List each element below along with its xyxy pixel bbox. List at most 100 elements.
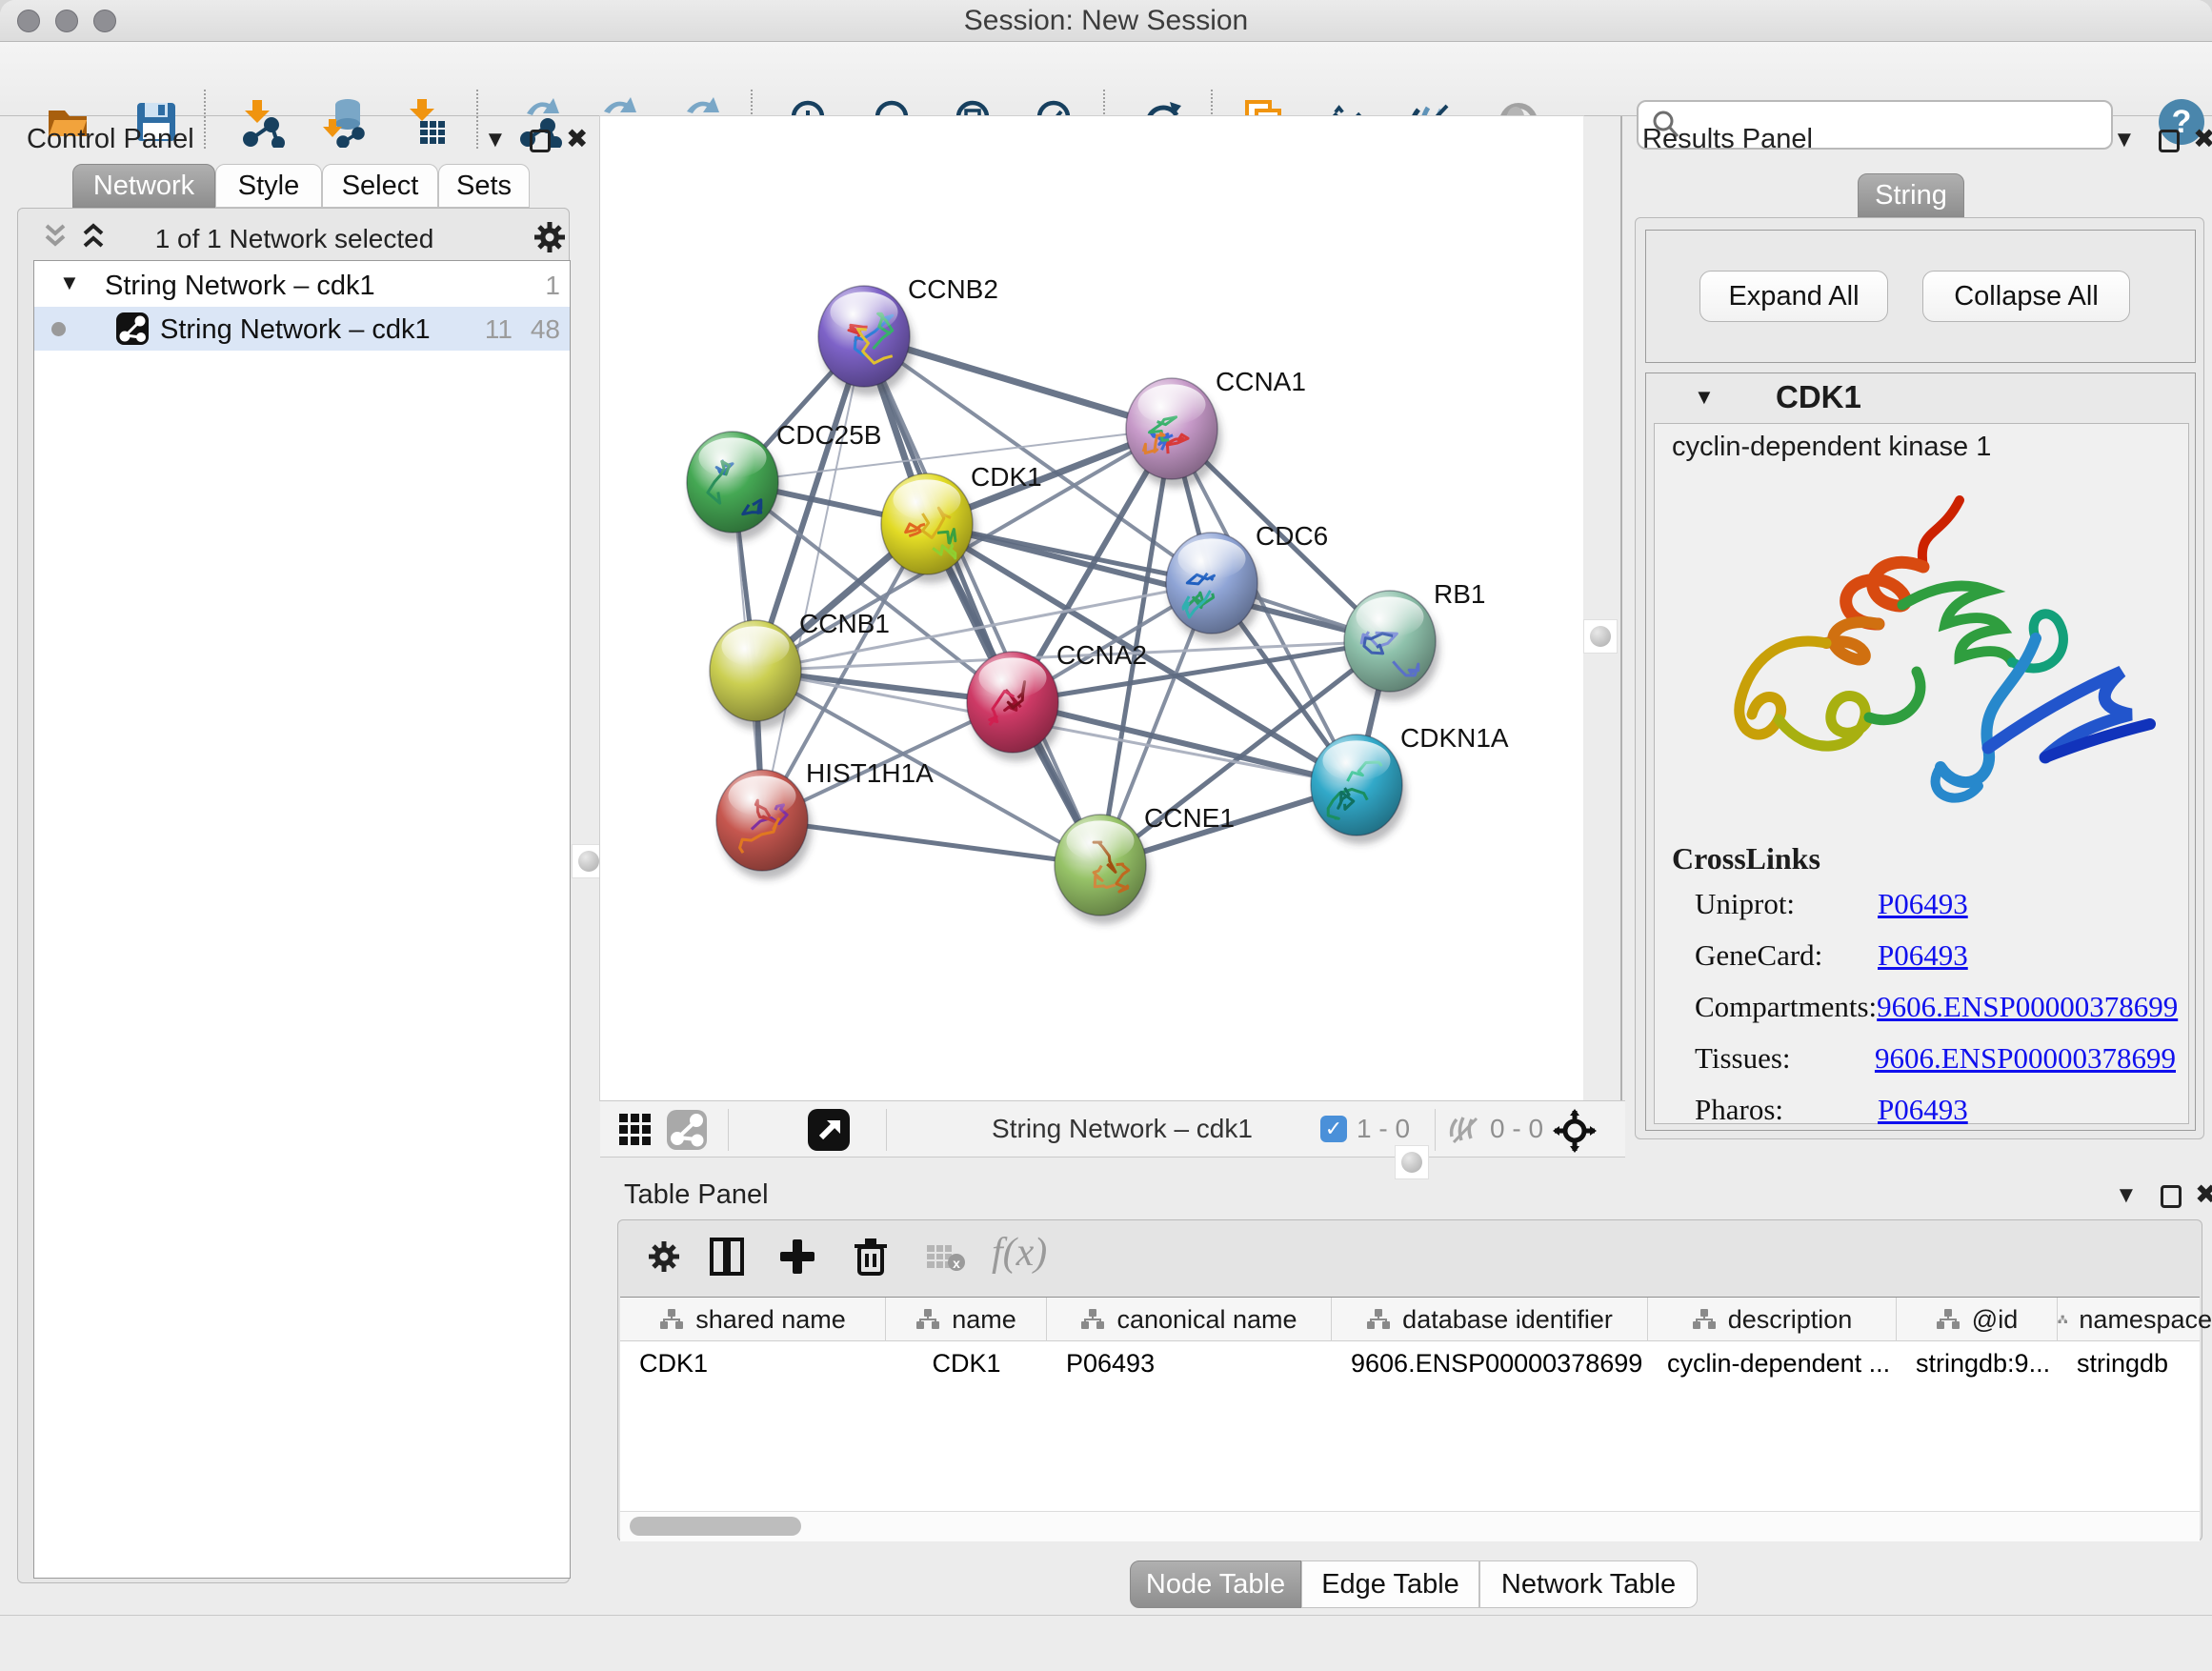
network-status-dot [51,322,66,336]
network-node-label: CCNE1 [1144,803,1235,833]
table-cell[interactable]: cyclin-dependent ... [1648,1342,1897,1384]
close-window-button[interactable] [17,10,40,32]
network-node-label: CCNA1 [1216,367,1306,396]
network-type-icon [116,312,149,345]
collapse-all-button[interactable]: Collapse All [1922,271,2130,322]
crosslink-label: GeneCard: [1695,938,1878,990]
minimize-window-button[interactable] [55,10,78,32]
crosslink-row: Tissues:9606.ENSP00000378699 [1695,1041,2176,1093]
network-options-gear-icon[interactable] [531,218,569,256]
table-cell[interactable]: P06493 [1047,1342,1332,1384]
column-header-id[interactable]: @id [1897,1298,2058,1341]
network-node-label: RB1 [1434,579,1485,609]
column-header-canonicalname[interactable]: canonical name [1047,1298,1332,1341]
column-header-label: canonical name [1116,1305,1297,1335]
birds-eye-crosshair-icon[interactable] [1553,1109,1597,1153]
table-cell[interactable]: 9606.ENSP00000378699 [1332,1342,1648,1384]
results-panel: Results Panel ▼ ✖ String Expand All Coll… [1625,116,2212,1158]
network-overview-icon[interactable] [667,1110,707,1150]
protein-structure-image [1674,481,2169,824]
table-cell[interactable]: CDK1 [886,1342,1047,1384]
zoom-window-button[interactable] [93,10,116,32]
network-node-CDC25B[interactable] [687,432,782,541]
network-canvas[interactable]: CCNB2CCNA1CDC25BCDK1CDC6RB1CCNB1CCNA2CDK… [600,116,1583,1100]
tab-select[interactable]: Select [322,164,438,208]
maximize-panel-icon[interactable] [2161,1185,2182,1208]
network-node-HIST1H1A[interactable] [716,770,812,879]
tab-network-table[interactable]: Network Table [1479,1560,1698,1608]
delete-table-icon: x [925,1243,967,1274]
crosslink-link[interactable]: 9606.ENSP00000378699 [1877,990,2178,1041]
column-header-name[interactable]: name [886,1298,1047,1341]
network-tab-content: 1 of 1 Network selected ▼ String Network… [17,208,570,1583]
column-header-label: name [952,1305,1016,1335]
tab-style[interactable]: Style [215,164,322,208]
tab-sets[interactable]: Sets [438,164,530,208]
table-options-gear-icon[interactable] [645,1238,683,1276]
close-panel-icon[interactable]: ✖ [2195,1182,2212,1207]
network-node-CCNE1[interactable] [1055,815,1150,924]
column-header-sharedname[interactable]: shared name [620,1298,886,1341]
network-view-title: String Network – cdk1 [884,1114,1360,1144]
horizontal-scrollbar[interactable] [620,1511,2200,1541]
maximize-panel-icon[interactable] [2159,130,2180,152]
right-splitter-handle[interactable] [1583,619,1618,654]
section-expander-icon[interactable]: ▼ [1694,385,1715,410]
column-header-databaseidentifier[interactable]: database identifier [1332,1298,1648,1341]
tab-network[interactable]: Network [72,164,215,208]
table-cell[interactable]: CDK1 [620,1342,886,1384]
crosslink-label: Pharos: [1695,1093,1878,1144]
close-panel-icon[interactable]: ✖ [2193,127,2212,151]
hidden-counts: 0 - 0 [1490,1114,1543,1144]
column-header-label: description [1728,1305,1853,1335]
network-node-label: CDK1 [971,462,1042,492]
crosslink-link[interactable]: P06493 [1878,938,1968,990]
title-bar: Session: New Session [0,0,2212,42]
tab-edge-table[interactable]: Edge Table [1301,1560,1479,1608]
column-header-namespace[interactable]: namespace [2058,1298,2212,1341]
float-panel-icon[interactable]: ▼ [2113,128,2136,152]
network-tree: ▼ String Network – cdk1 1 String Network… [33,260,571,1579]
close-panel-icon[interactable]: ✖ [566,127,588,151]
network-label: String Network – cdk1 [160,314,431,346]
network-node-CDC6[interactable] [1166,533,1261,642]
right-splitter [1583,116,1625,1100]
add-column-icon[interactable] [778,1238,816,1276]
network-node-CDKN1A[interactable] [1311,735,1406,844]
crosslink-row: GeneCard:P06493 [1695,938,2176,990]
network-node-label: CCNA2 [1056,640,1147,670]
float-panel-icon[interactable]: ▼ [2115,1183,2138,1208]
column-header-description[interactable]: description [1648,1298,1897,1341]
tab-node-table[interactable]: Node Table [1130,1560,1301,1608]
network-node-CCNB2[interactable] [818,286,914,395]
network-collection-row[interactable]: ▼ String Network – cdk1 1 [34,263,570,307]
network-row[interactable]: String Network – cdk1 11 48 [34,307,570,351]
string-results-content: Expand All Collapse All ▼ CDK1 cyclin-de… [1635,217,2204,1139]
crosslink-link[interactable]: P06493 [1878,1093,1968,1144]
crosslink-row: Pharos:P06493 [1695,1093,2176,1144]
network-edge-CCNB2-HIST1H1A[interactable] [762,336,864,820]
svg-text:x: x [953,1256,960,1271]
crosslink-link[interactable]: 9606.ENSP00000378699 [1875,1041,2176,1093]
table-row[interactable]: CDK1CDK1P064939606.ENSP00000378699cyclin… [620,1342,2200,1384]
network-node-RB1[interactable] [1344,591,1439,700]
grid-view-icon[interactable] [617,1112,654,1148]
column-header-label: database identifier [1402,1305,1613,1335]
network-node-CDK1[interactable] [881,473,976,583]
network-node-CCNA2[interactable] [967,652,1062,761]
table-cell[interactable]: stringdb:9... [1897,1342,2058,1384]
network-edge-HIST1H1A-CCNE1[interactable] [762,820,1100,865]
crosslink-link[interactable]: P06493 [1878,887,1968,938]
tab-string[interactable]: String [1858,173,1964,217]
float-panel-icon[interactable]: ▼ [484,128,507,152]
maximize-panel-icon[interactable] [530,130,551,152]
table-cell[interactable]: stringdb [2058,1342,2212,1384]
crosslink-row: Uniprot:P06493 [1695,887,2176,938]
detach-view-icon[interactable] [808,1109,850,1151]
show-columns-icon[interactable] [706,1236,748,1278]
network-node-CCNA1[interactable] [1126,378,1221,488]
expand-all-button[interactable]: Expand All [1699,271,1888,322]
selected-nodes-checkbox[interactable]: ✓ [1320,1116,1347,1142]
delete-column-trash-icon[interactable] [851,1236,891,1278]
scrollbar-thumb[interactable] [630,1517,801,1536]
